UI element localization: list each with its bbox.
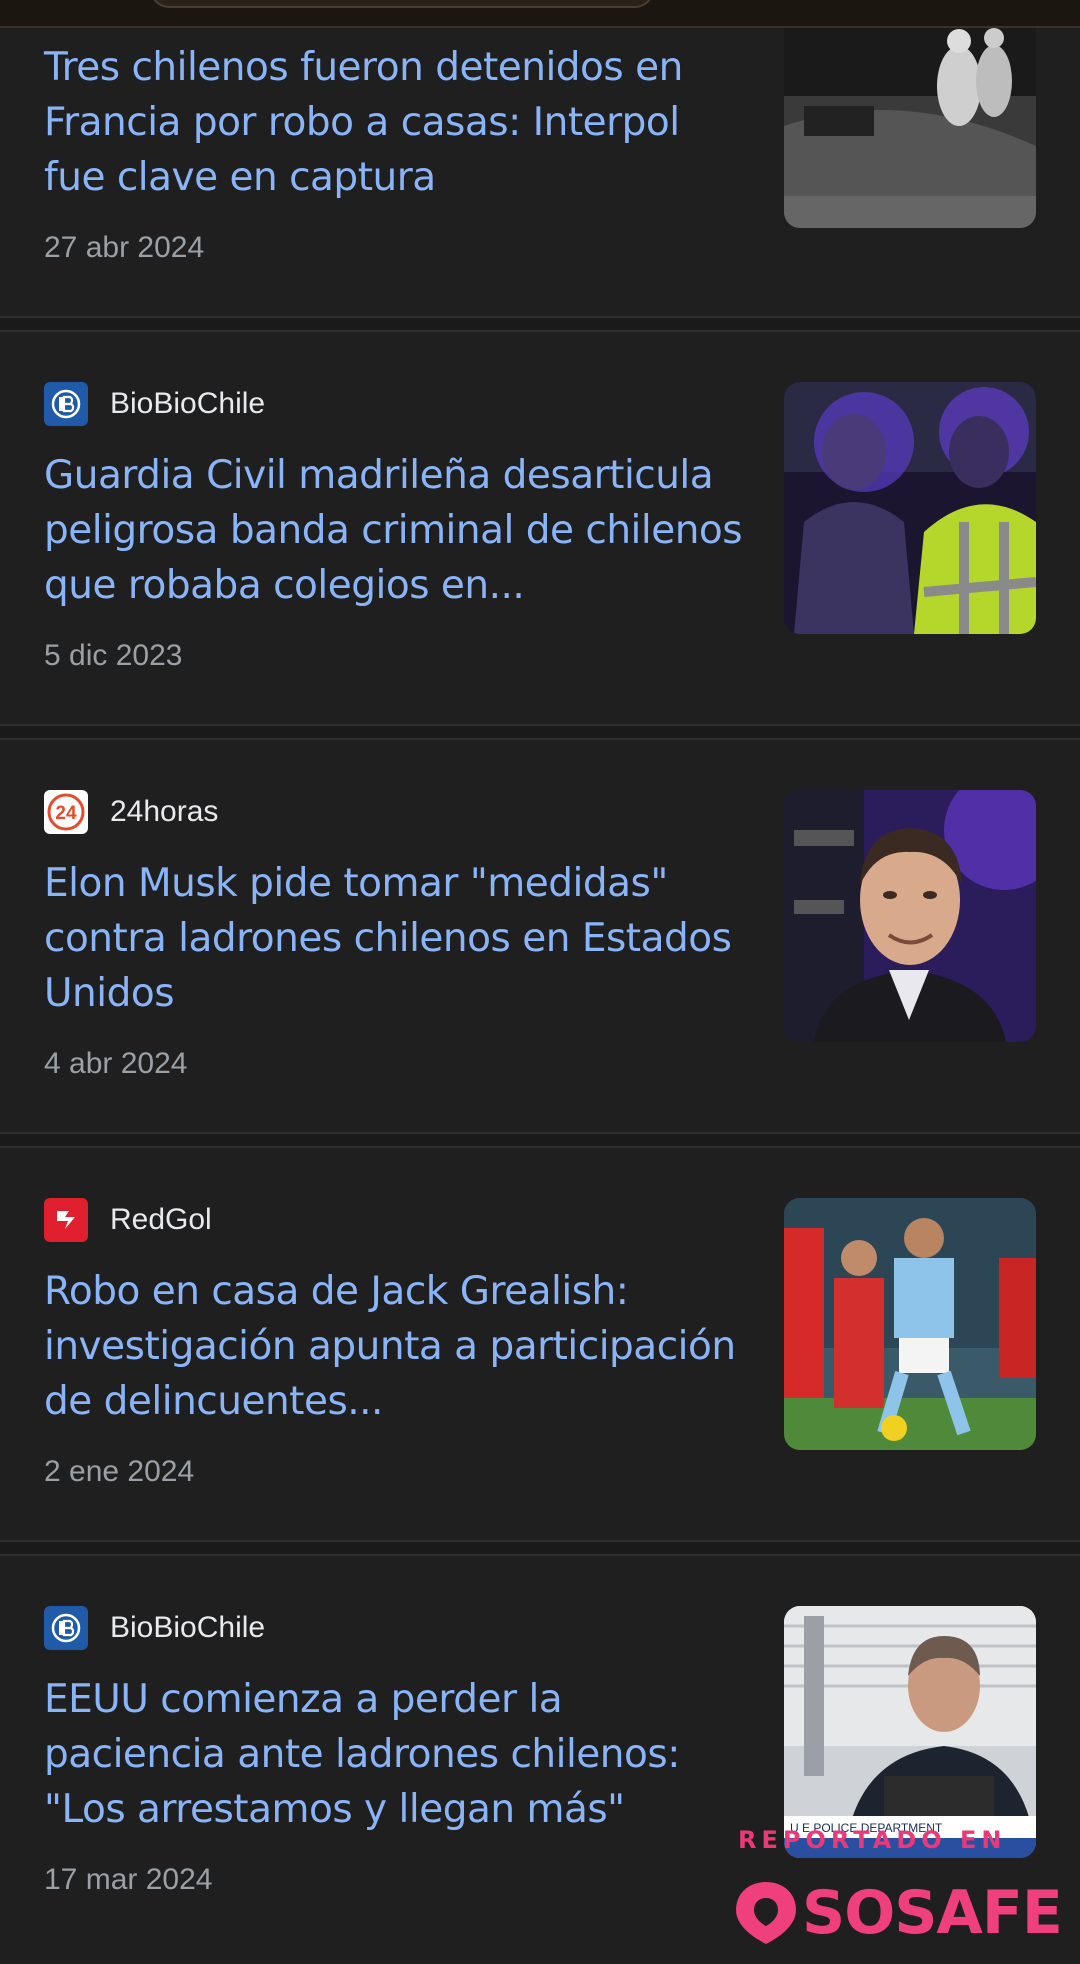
news-date: 4 abr 2024 [44, 1047, 188, 1080]
news-card[interactable]: BioBioChile Guardia Civil madrileña desa… [0, 332, 1080, 724]
news-thumbnail[interactable] [784, 0, 1036, 228]
news-results-page: Tres chilenos fueron detenidos en Franci… [0, 0, 1080, 1964]
news-headline[interactable]: Tres chilenos fueron detenidos en Franci… [44, 40, 744, 205]
elon-musk-photo-icon [784, 790, 1036, 1042]
news-source: 24 24horas [44, 790, 218, 834]
news-date: 2 ene 2024 [44, 1455, 195, 1488]
search-pill[interactable] [150, 0, 654, 8]
news-card[interactable]: 24 24horas Elon Musk pide tomar "medidas… [0, 740, 1080, 1132]
source-name: RedGol [110, 1203, 212, 1236]
card-separator [0, 1132, 1080, 1148]
news-card[interactable]: RedGol Robo en casa de Jack Grealish: in… [0, 1148, 1080, 1540]
news-thumbnail[interactable]: U E POLICE DEPARTMENT [784, 1606, 1036, 1858]
location-pin-icon [736, 1882, 796, 1944]
news-thumbnail[interactable] [784, 790, 1036, 1042]
news-date: 27 abr 2024 [44, 231, 205, 264]
police-press-conference-photo-icon: U E POLICE DEPARTMENT [784, 1606, 1036, 1858]
night-surveillance-photo-icon [784, 0, 1036, 228]
source-name: BioBioChile [110, 1611, 266, 1644]
biobiochile-icon [44, 1606, 88, 1650]
news-card[interactable]: Tres chilenos fueron detenidos en Franci… [0, 0, 1080, 316]
news-headline[interactable]: Robo en casa de Jack Grealish: investiga… [44, 1264, 744, 1429]
news-source: BioBioChile [44, 382, 265, 426]
source-name: BioBioChile [110, 387, 266, 420]
redgol-icon [44, 1198, 88, 1242]
watermark-brand: SOSAFE [802, 1878, 1063, 1948]
news-headline[interactable]: EEUU comienza a perder la paciencia ante… [44, 1672, 744, 1837]
sosafe-logo: SOSAFE [734, 1878, 1063, 1948]
svg-text:24: 24 [55, 803, 77, 824]
news-thumbnail[interactable] [784, 382, 1036, 634]
top-search-bar-edge [0, 0, 1080, 28]
card-separator [0, 1540, 1080, 1556]
sosafe-watermark: REPORTADO EN SOSAFE [730, 1826, 1070, 1964]
card-separator [0, 724, 1080, 740]
watermark-caption: REPORTADO EN [738, 1826, 1007, 1854]
source-name: 24horas [110, 795, 219, 828]
news-source: BioBioChile [44, 1606, 265, 1650]
news-headline[interactable]: Guardia Civil madrileña desarticula peli… [44, 448, 744, 613]
news-date: 5 dic 2023 [44, 639, 183, 672]
news-thumbnail[interactable] [784, 1198, 1036, 1450]
card-separator [0, 316, 1080, 332]
24horas-icon: 24 [44, 790, 88, 834]
football-match-photo-icon [784, 1198, 1036, 1450]
news-date: 17 mar 2024 [44, 1863, 213, 1896]
biobiochile-icon [44, 382, 88, 426]
guardia-civil-photo-icon [784, 382, 1036, 634]
news-headline[interactable]: Elon Musk pide tomar "medidas" contra la… [44, 856, 744, 1021]
news-source: RedGol [44, 1198, 212, 1242]
